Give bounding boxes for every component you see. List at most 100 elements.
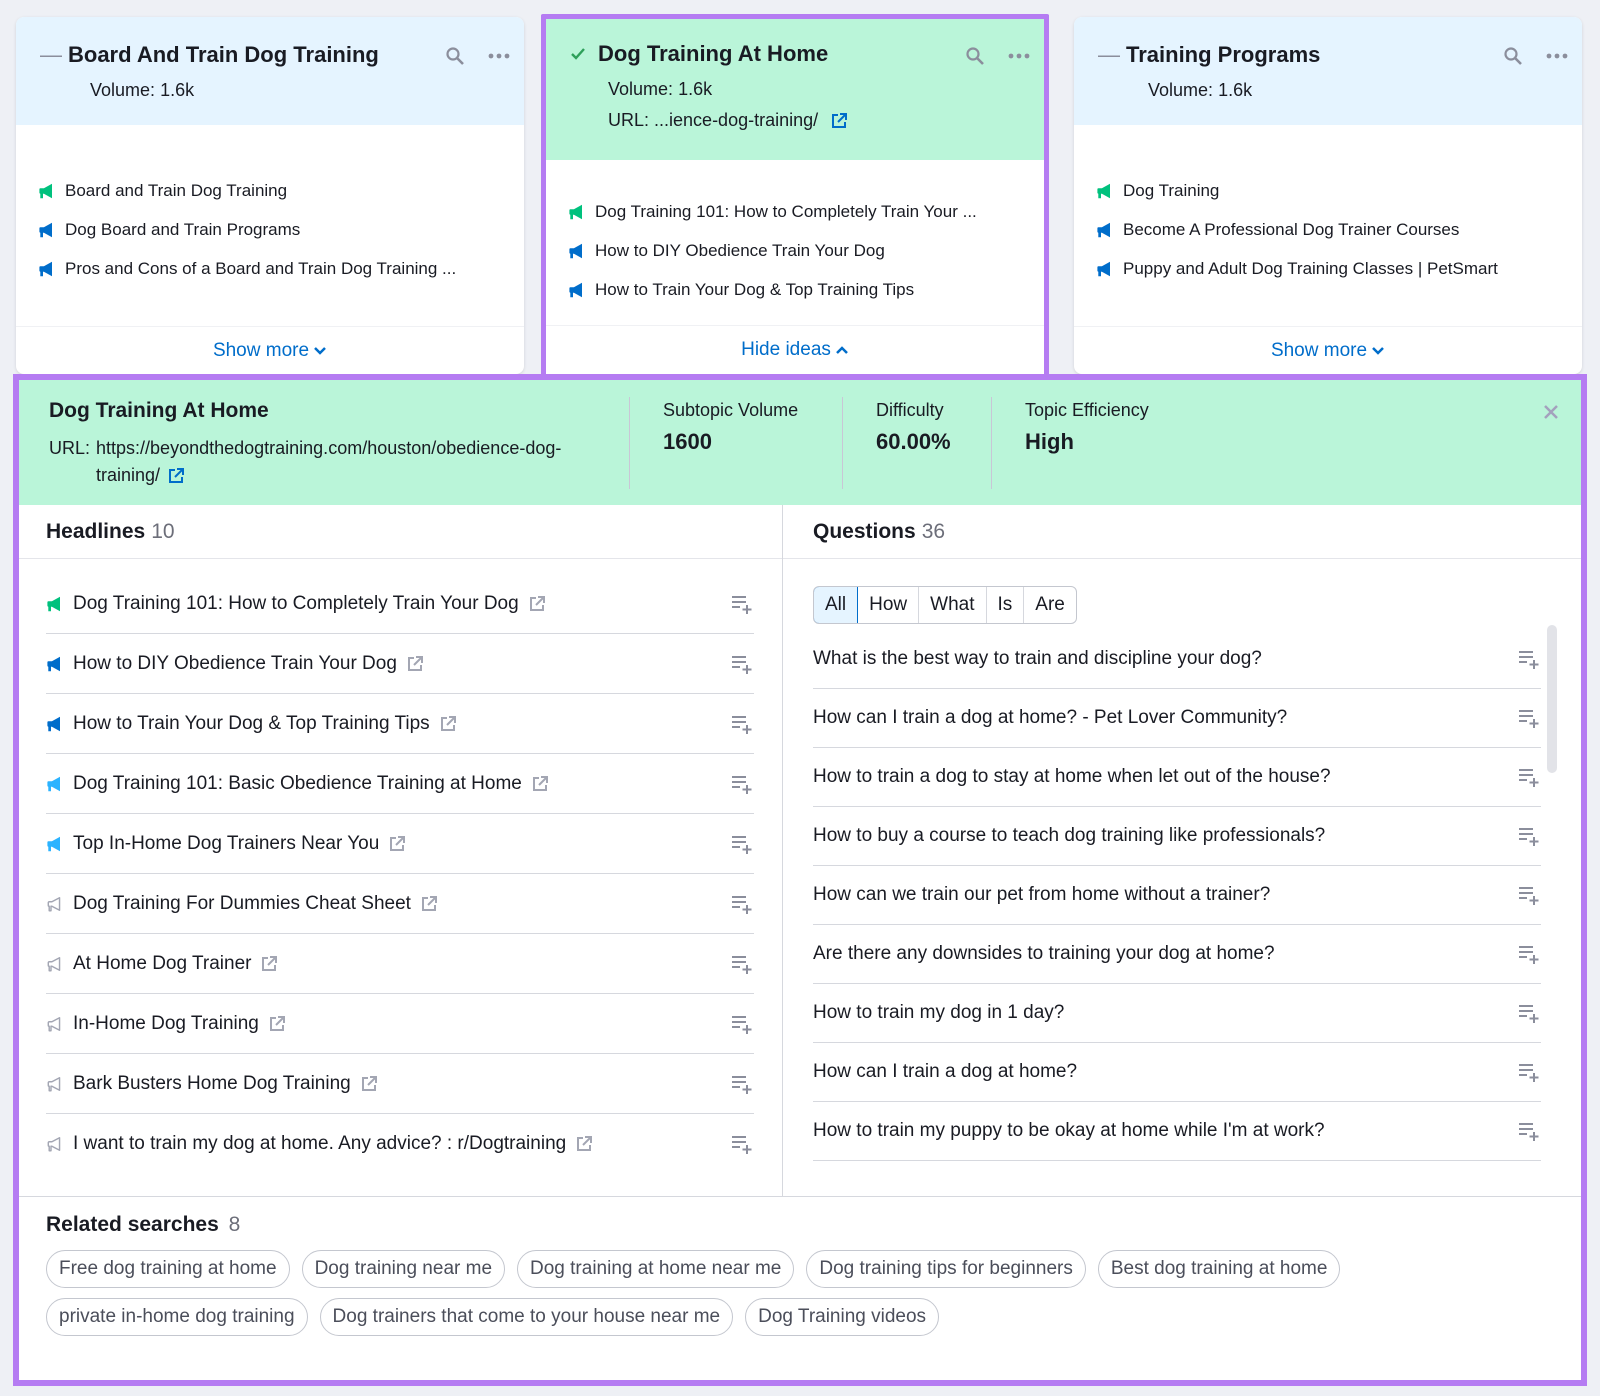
show-more-button[interactable]: Show more	[16, 326, 524, 374]
question-row[interactable]: How can we train our pet from home witho…	[813, 866, 1541, 925]
question-row[interactable]: How to buy a course to teach dog trainin…	[813, 807, 1541, 866]
external-link-icon[interactable]	[574, 1134, 594, 1154]
close-icon[interactable]	[1543, 404, 1559, 425]
filter-all-button[interactable]: All	[813, 587, 859, 623]
external-link-icon[interactable]	[438, 714, 458, 734]
search-icon[interactable]	[1502, 45, 1524, 67]
headline-row[interactable]: Bark Busters Home Dog Training	[46, 1054, 754, 1114]
question-row[interactable]: How can I train a dog at home?	[813, 1043, 1541, 1102]
idea-item[interactable]: How to Train Your Dog & Top Training Tip…	[568, 270, 1022, 309]
external-link-icon[interactable]	[405, 654, 425, 674]
topic-card-board-and-train[interactable]: — Board And Train Dog Training Volume: 1…	[16, 17, 524, 374]
add-to-list-icon[interactable]	[730, 952, 754, 976]
headline-row[interactable]: Dog Training 101: Basic Obedience Traini…	[46, 754, 754, 814]
card-header: — Training Programs Volume: 1.6k	[1074, 17, 1582, 125]
headline-row[interactable]: How to DIY Obedience Train Your Dog	[46, 634, 754, 694]
add-to-list-icon[interactable]	[1517, 883, 1541, 907]
headline-row[interactable]: Dog Training 101: How to Completely Trai…	[46, 574, 754, 634]
add-to-list-icon[interactable]	[730, 592, 754, 616]
related-search-chip[interactable]: Free dog training at home	[46, 1250, 290, 1288]
question-row[interactable]: How can I train a dog at home? - Pet Lov…	[813, 689, 1541, 748]
topic-card-dog-training-at-home[interactable]: Dog Training At Home Volume: 1.6k URL: .…	[541, 14, 1049, 379]
collapse-dash-icon[interactable]: —	[40, 44, 62, 66]
card-title: Dog Training At Home	[598, 41, 829, 66]
external-link-icon[interactable]	[267, 1014, 287, 1034]
check-icon[interactable]	[570, 43, 592, 65]
add-to-list-icon[interactable]	[730, 832, 754, 856]
add-to-list-icon[interactable]	[730, 892, 754, 916]
related-search-chip[interactable]: Best dog training at home	[1097, 1250, 1341, 1288]
hide-ideas-button[interactable]: Hide ideas	[546, 325, 1044, 373]
question-row[interactable]: How to train my puppy to be okay at home…	[813, 1102, 1541, 1161]
show-more-button[interactable]: Show more	[1074, 326, 1582, 374]
search-icon[interactable]	[964, 45, 986, 67]
add-to-list-icon[interactable]	[1517, 824, 1541, 848]
add-to-list-icon[interactable]	[730, 712, 754, 736]
related-search-chip[interactable]: Dog training at home near me	[517, 1250, 795, 1288]
collapse-dash-icon[interactable]: —	[1098, 44, 1120, 66]
related-search-chip[interactable]: Dog trainers that come to your house nea…	[319, 1298, 734, 1336]
question-row[interactable]: How to train a dog to stay at home when …	[813, 748, 1541, 807]
idea-item[interactable]: Board and Train Dog Training	[38, 171, 502, 210]
filter-are-button[interactable]: Are	[1024, 587, 1076, 623]
idea-item[interactable]: How to DIY Obedience Train Your Dog	[568, 231, 1022, 270]
question-row[interactable]: What is the best way to train and discip…	[813, 630, 1541, 689]
stat-subtopic-volume: Subtopic Volume 1600	[630, 397, 842, 505]
stat-value: High	[1025, 429, 1074, 454]
idea-item[interactable]: Dog Training	[1096, 171, 1560, 210]
headline-row[interactable]: How to Train Your Dog & Top Training Tip…	[46, 694, 754, 754]
headline-row[interactable]: Top In-Home Dog Trainers Near You	[46, 814, 754, 874]
show-more-label: Show more	[1270, 339, 1368, 361]
headline-row[interactable]: Dog Training For Dummies Cheat Sheet	[46, 874, 754, 934]
external-link-icon[interactable]	[829, 111, 849, 131]
topic-card-training-programs[interactable]: — Training Programs Volume: 1.6k Dog Tra…	[1074, 17, 1582, 374]
add-to-list-icon[interactable]	[1517, 1001, 1541, 1025]
questions-scrollbar[interactable]	[1547, 625, 1557, 773]
idea-item[interactable]: Pros and Cons of a Board and Train Dog T…	[38, 249, 502, 288]
add-to-list-icon[interactable]	[1517, 765, 1541, 789]
add-to-list-icon[interactable]	[1517, 706, 1541, 730]
add-to-list-icon[interactable]	[730, 1072, 754, 1096]
more-options-icon[interactable]	[1008, 45, 1030, 67]
filter-what-button[interactable]: What	[919, 587, 987, 623]
related-search-chip[interactable]: Dog Training videos	[745, 1298, 940, 1336]
external-link-icon[interactable]	[387, 834, 407, 854]
question-row[interactable]: How to train my dog in 1 day?	[813, 984, 1541, 1043]
add-to-list-icon[interactable]	[730, 1132, 754, 1156]
stat-difficulty: Difficulty 60.00%	[843, 397, 991, 505]
idea-item[interactable]: Puppy and Adult Dog Training Classes | P…	[1096, 249, 1560, 288]
external-link-icon[interactable]	[259, 954, 279, 974]
add-to-list-icon[interactable]	[730, 772, 754, 796]
megaphone-green-icon	[38, 182, 57, 200]
volume-label: Volume:	[1148, 80, 1214, 100]
external-link-icon[interactable]	[359, 1074, 379, 1094]
idea-item[interactable]: Dog Board and Train Programs	[38, 210, 502, 249]
related-search-chip[interactable]: private in-home dog training	[46, 1298, 308, 1336]
external-link-icon[interactable]	[166, 466, 186, 486]
more-options-icon[interactable]	[1546, 45, 1568, 67]
add-to-list-icon[interactable]	[1517, 1119, 1541, 1143]
idea-item[interactable]: Become A Professional Dog Trainer Course…	[1096, 210, 1560, 249]
filter-is-button[interactable]: Is	[987, 587, 1025, 623]
add-to-list-icon[interactable]	[1517, 1060, 1541, 1084]
headline-row[interactable]: In-Home Dog Training	[46, 994, 754, 1054]
add-to-list-icon[interactable]	[1517, 942, 1541, 966]
external-link-icon[interactable]	[419, 894, 439, 914]
question-row[interactable]: Are there any downsides to training your…	[813, 925, 1541, 984]
stat-value: 60.00%	[876, 429, 951, 454]
headline-row[interactable]: At Home Dog Trainer	[46, 934, 754, 994]
idea-item[interactable]: Dog Training 101: How to Completely Trai…	[568, 192, 1022, 231]
related-search-chip[interactable]: Dog training near me	[301, 1250, 506, 1288]
add-to-list-icon[interactable]	[730, 1012, 754, 1036]
add-to-list-icon[interactable]	[730, 652, 754, 676]
headline-row[interactable]: I want to train my dog at home. Any advi…	[46, 1114, 754, 1174]
filter-how-button[interactable]: How	[858, 587, 920, 623]
stat-value: 1600	[663, 429, 712, 454]
external-link-icon[interactable]	[530, 774, 550, 794]
related-search-chip[interactable]: Dog training tips for beginners	[806, 1250, 1086, 1288]
card-title: Training Programs	[1126, 42, 1321, 67]
search-icon[interactable]	[444, 45, 466, 67]
more-options-icon[interactable]	[488, 45, 510, 67]
external-link-icon[interactable]	[527, 594, 547, 614]
add-to-list-icon[interactable]	[1517, 647, 1541, 671]
